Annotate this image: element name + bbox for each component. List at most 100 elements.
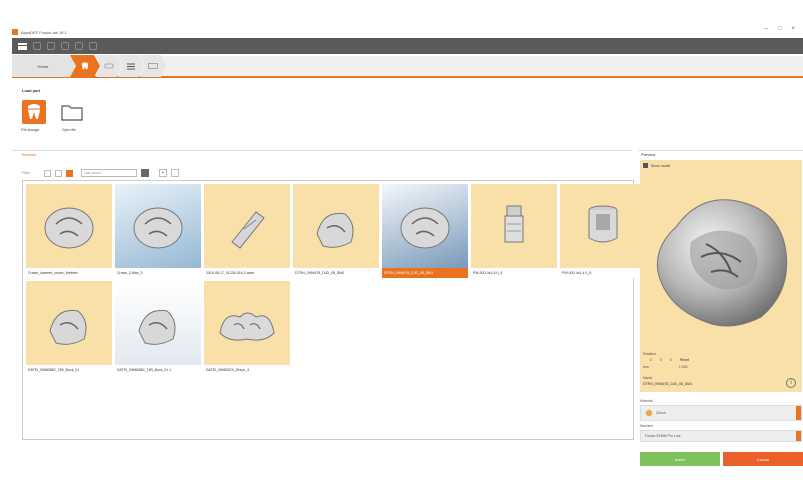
help-icon[interactable]	[89, 42, 97, 50]
material-dropdown-icon[interactable]	[796, 406, 801, 420]
show-model-checkbox[interactable]: Show model	[643, 163, 670, 168]
workflow-step-load[interactable]	[70, 55, 100, 77]
tile-caption: DATEI_09680679_Zirkon_3	[204, 365, 290, 375]
list-view-button[interactable]	[43, 169, 51, 177]
gallery-tile[interactable]: DATEI_09680682_74B_Bock_01	[26, 281, 112, 375]
tile-caption: PW-000-4x1-4.0_8	[560, 268, 646, 278]
filter-bar: Filter Last saved +	[22, 168, 179, 178]
part-thumbnail	[204, 184, 290, 268]
workflow-bar: Home	[12, 55, 803, 78]
crown-part-icon	[133, 207, 183, 249]
rotation-z[interactable]: 0	[670, 358, 672, 362]
machine-label: Machine	[640, 424, 654, 428]
inlay-part-icon	[316, 212, 354, 248]
machine-value: Fusion 5XMM Pro Line	[645, 434, 681, 438]
gallery-tile[interactable]: Crown_2.Max_3	[115, 184, 201, 278]
window-title: AppsDEF Fusion-lab 18.1	[21, 29, 67, 35]
add-button[interactable]: +	[158, 169, 167, 177]
gallery-tile[interactable]: DTRN_0994678_DJD_08_SM1	[382, 184, 468, 278]
tile-caption: DATEI_09680682_74B_Bock_01 1	[115, 365, 201, 375]
gallery-tile[interactable]: PW-000-3x1-5.0_5	[471, 184, 557, 278]
minimize-button[interactable]: –	[765, 26, 768, 32]
open-file-button[interactable]	[60, 100, 84, 124]
refresh-icon[interactable]	[170, 169, 179, 177]
detail-view-button[interactable]	[54, 169, 62, 177]
tooth-icon	[81, 62, 89, 70]
unit-label: mm	[643, 365, 649, 369]
part-thumbnail	[382, 184, 468, 268]
settings-icon[interactable]	[75, 42, 83, 50]
crown-part-icon	[44, 207, 94, 249]
part-thumbnail	[293, 184, 379, 268]
bridge-part-icon	[219, 312, 275, 341]
part-gallery: Crown_lowered_crown_Webber Crown_2.Max_3 2…	[22, 180, 646, 440]
inlay-part-icon	[49, 309, 87, 345]
open-file-icon[interactable]	[47, 42, 55, 50]
new-file-icon[interactable]	[33, 42, 41, 50]
unit-value: 1.000	[678, 365, 688, 369]
gallery-tile[interactable]: Crown_lowered_crown_Webber	[26, 184, 112, 278]
sort-dropdown-icon[interactable]	[140, 169, 149, 177]
gallery-tile[interactable]: PW-000-4x1-4.0_8	[560, 184, 646, 278]
tooth-3d-preview[interactable]	[646, 182, 796, 332]
hamburger-menu-icon[interactable]	[18, 42, 27, 50]
tile-caption: Crown_2.Max_3	[115, 268, 201, 278]
inlay-part-icon	[138, 309, 176, 345]
rotation-y[interactable]: 0	[660, 358, 662, 362]
material-select[interactable]: Zirkon	[640, 405, 802, 421]
abutment-part-icon	[504, 205, 524, 243]
machine-dropdown-icon[interactable]	[796, 431, 801, 441]
tile-caption: DTRN_0994678_DJD_08_SM0	[293, 268, 379, 278]
bar-part-icon	[231, 211, 265, 249]
part-thumbnail	[115, 281, 201, 365]
machine-select[interactable]: Fusion 5XMM Pro Line	[640, 430, 802, 442]
part-thumbnail	[471, 184, 557, 268]
tile-caption: PW-000-3x1-5.0_5	[471, 268, 557, 278]
crown-part-icon	[400, 207, 450, 249]
load-part-heading: Load part	[22, 88, 41, 93]
gallery-tile[interactable]: DATEI_09680682_74B_Bock_01 1	[115, 281, 201, 375]
preview-divider	[638, 150, 803, 151]
tile-caption: Crown_lowered_crown_Webber	[26, 268, 112, 278]
tile-view-button[interactable]	[65, 169, 73, 177]
filter-label: Filter	[22, 171, 30, 175]
app-window: AppsDEF Fusion-lab 18.1 – □ × Home Load …	[0, 0, 803, 490]
close-button[interactable]: ×	[791, 26, 795, 32]
part-thumbnail	[204, 281, 290, 365]
tile-caption: DTRN_0994678_DJD_08_SM1	[382, 268, 468, 278]
sort-select[interactable]: Last saved	[80, 169, 137, 177]
title-bar: AppsDEF Fusion-lab 18.1 – □ ×	[12, 26, 803, 38]
name-value: DTRN_0994678_DJD_08_SM1	[643, 382, 693, 386]
material-icon	[645, 409, 653, 417]
rotation-label: Rotation	[643, 352, 657, 356]
file-storage-button[interactable]	[22, 100, 46, 124]
insert-button[interactable]: Insert	[640, 452, 720, 466]
show-model-label: Show model	[651, 163, 671, 168]
gallery-tile[interactable]: 2016-08-17_01234-016-2 case	[204, 184, 290, 278]
cancel-button[interactable]: Cancel	[723, 452, 803, 466]
window-controls: – □ ×	[765, 26, 795, 32]
part-thumbnail	[26, 184, 112, 268]
rotation-x[interactable]: 0	[650, 358, 652, 362]
material-value: Zirkon	[656, 411, 666, 415]
preview-title: Preview	[641, 152, 656, 157]
app-logo	[12, 29, 18, 35]
name-label: Name	[643, 376, 653, 380]
unit-row: mm 1.000	[643, 365, 688, 369]
maximize-button[interactable]: □	[778, 26, 782, 32]
tile-caption: DATEI_09680682_74B_Bock_01	[26, 365, 112, 375]
tile-caption: 2016-08-17_01234-016-2 case	[204, 268, 290, 278]
info-icon[interactable]: i	[786, 378, 796, 388]
material-label: Material	[640, 399, 653, 403]
tooth-icon	[28, 104, 40, 119]
checkbox-icon	[643, 163, 648, 168]
main-toolbar	[12, 38, 803, 54]
rotation-inputs: 0 0 0 Reset	[650, 358, 689, 362]
save-icon[interactable]	[61, 42, 69, 50]
preview-panel: Show model Rotation 0 0 0 Reset mm 1.000	[640, 160, 802, 392]
gallery-tile[interactable]: DATEI_09680679_Zirkon_3	[204, 281, 290, 375]
workflow-home[interactable]: Home	[12, 55, 74, 77]
gallery-tile[interactable]: DTRN_0994678_DJD_08_SM0	[293, 184, 379, 278]
reset-button[interactable]: Reset	[680, 358, 689, 362]
browser-divider	[12, 150, 632, 151]
